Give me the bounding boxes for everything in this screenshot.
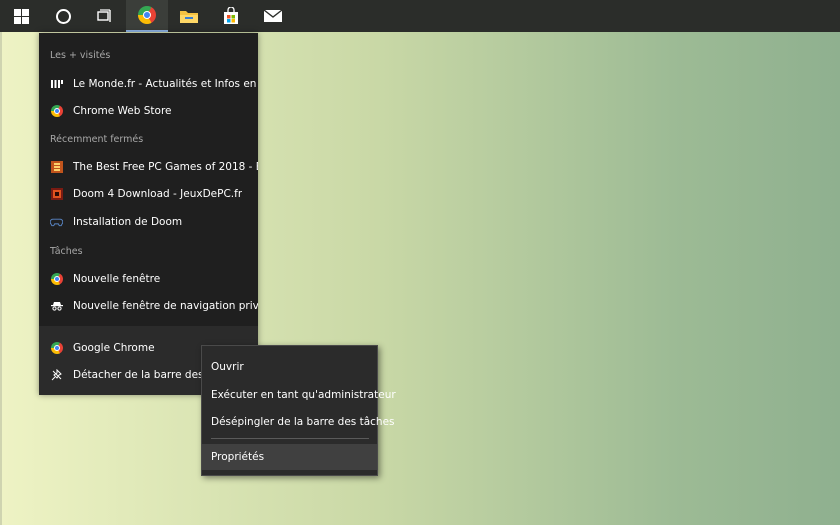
file-explorer-button[interactable] xyxy=(168,0,210,32)
le-monde-icon xyxy=(50,78,63,91)
incognito-icon xyxy=(50,300,63,313)
chrome-icon xyxy=(138,6,156,24)
jumplist-item-le-monde[interactable]: Le Monde.fr - Actualités et Infos en Fra… xyxy=(39,71,258,97)
unpin-icon xyxy=(50,369,63,382)
menu-item-unpin[interactable]: Désépingler de la barre des tâches xyxy=(202,409,395,435)
windows-start-icon xyxy=(13,8,29,24)
jumplist-item-chrome-web-store[interactable]: Chrome Web Store xyxy=(39,98,258,124)
jumplist-item-label: Le Monde.fr - Actualités et Infos en Fra… xyxy=(73,78,258,90)
jumplist-item-best-free-pc-games[interactable]: The Best Free PC Games of 2018 - Extr... xyxy=(39,154,258,180)
chrome-icon xyxy=(50,105,63,117)
file-explorer-icon xyxy=(180,11,198,23)
chrome-taskbar-button[interactable] xyxy=(126,0,168,32)
task-view-button[interactable] xyxy=(84,0,126,32)
chrome-icon xyxy=(50,342,63,354)
microsoft-store-icon xyxy=(224,7,238,24)
gamepad-icon xyxy=(50,216,63,229)
jumplist-item-installation-de-doom[interactable]: Installation de Doom xyxy=(39,209,258,235)
chrome-jump-list: Les + visités Le Monde.fr - Actualités e… xyxy=(39,33,258,395)
jumplist-item-label: The Best Free PC Games of 2018 - Extr... xyxy=(73,161,258,173)
task-view-icon xyxy=(97,9,111,22)
jumplist-item-label: Nouvelle fenêtre de navigation privée xyxy=(73,300,258,312)
task-new-incognito-window[interactable]: Nouvelle fenêtre de navigation privée xyxy=(39,293,258,319)
jumplist-item-label: Chrome Web Store xyxy=(73,105,172,117)
mail-button[interactable] xyxy=(252,0,294,32)
doom-icon xyxy=(50,188,63,201)
jumplist-item-label: Doom 4 Download - JeuxDePC.fr xyxy=(73,188,243,200)
recent-header: Récemment fermés xyxy=(50,134,144,145)
menu-item-properties[interactable]: Propriétés xyxy=(202,444,377,470)
jumplist-item-label: Installation de Doom xyxy=(73,216,183,228)
context-menu: Ouvrir Exécuter en tant qu'administrateu… xyxy=(201,345,396,476)
jumplist-item-doom-4-download[interactable]: Doom 4 Download - JeuxDePC.fr xyxy=(39,181,258,207)
chrome-icon xyxy=(50,273,63,285)
taskbar xyxy=(0,0,840,32)
tasks-header: Tâches xyxy=(50,246,83,257)
jumplist-item-label: Google Chrome xyxy=(73,342,155,354)
frequent-header: Les + visités xyxy=(50,50,111,61)
cortana-search-icon xyxy=(55,8,71,24)
menu-item-run-as-admin[interactable]: Exécuter en tant qu'administrateur xyxy=(202,382,396,408)
cortana-button[interactable] xyxy=(42,0,84,32)
game-site-icon xyxy=(50,161,63,174)
jumplist-item-label: Nouvelle fenêtre xyxy=(73,273,161,285)
menu-separator xyxy=(211,438,369,439)
microsoft-store-button[interactable] xyxy=(210,0,252,32)
menu-item-open[interactable]: Ouvrir xyxy=(202,354,377,380)
start-button[interactable] xyxy=(0,0,42,32)
mail-icon xyxy=(263,9,283,22)
task-new-window[interactable]: Nouvelle fenêtre xyxy=(39,266,258,292)
